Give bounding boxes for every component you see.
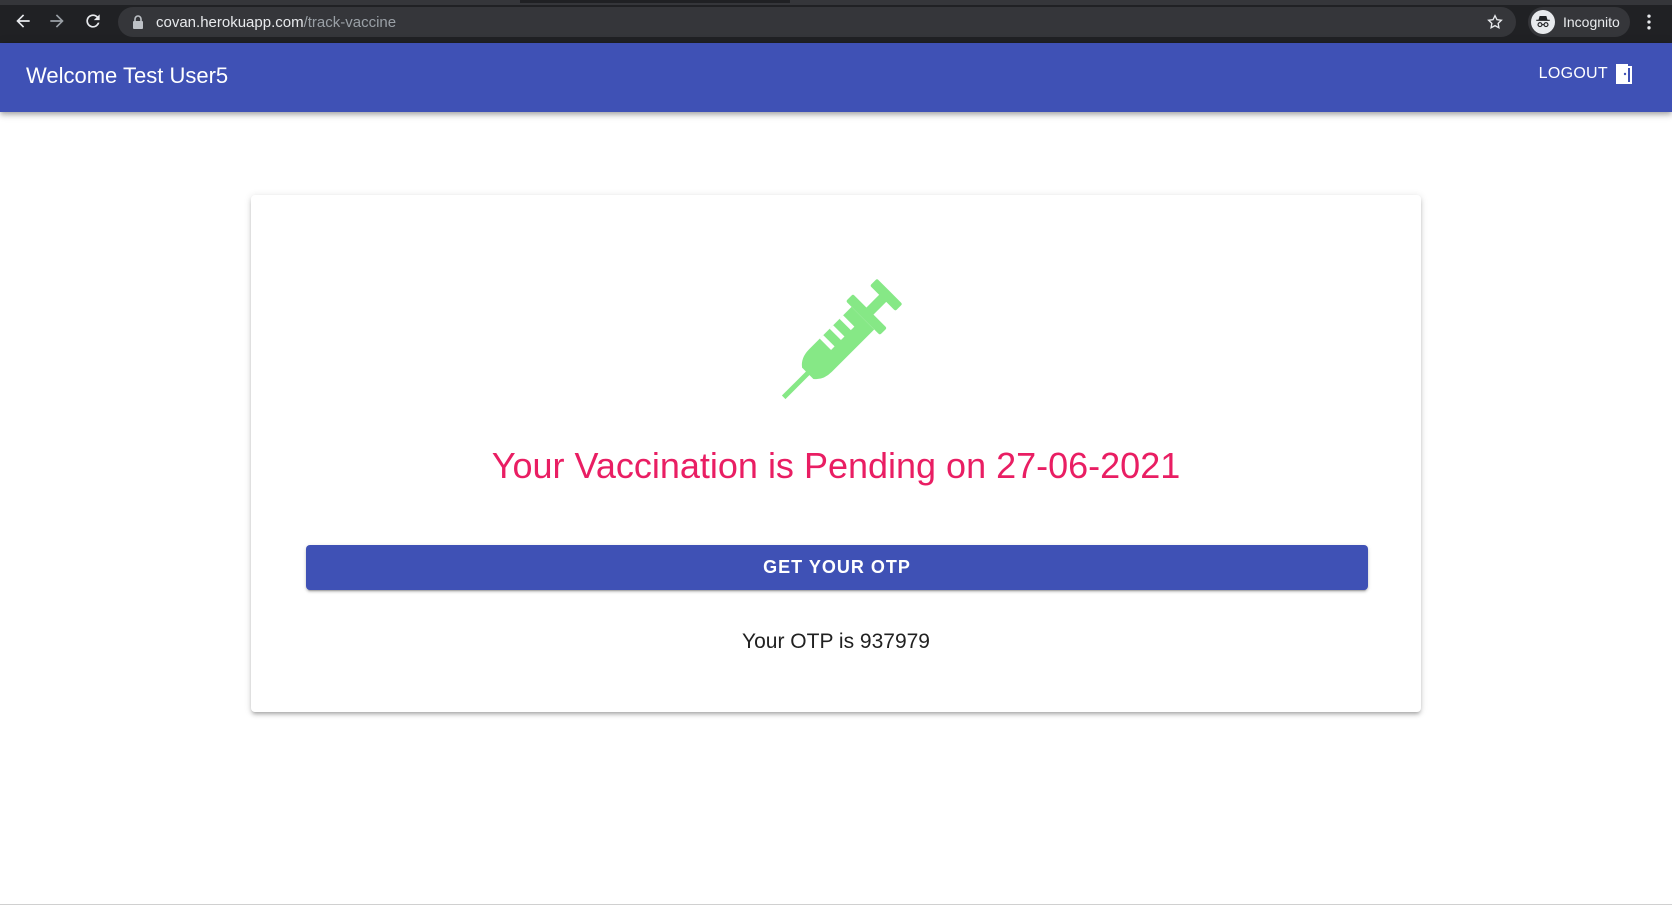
vaccine-status-card: Your Vaccination is Pending on 27-06-202… [251, 195, 1421, 712]
profile-label: Incognito [1563, 14, 1620, 30]
logout-button[interactable]: LOGOUT [1539, 63, 1634, 85]
vaccination-status-text: Your Vaccination is Pending on 27-06-202… [491, 445, 1181, 486]
reload-icon [86, 14, 100, 28]
otp-value-text: Your OTP is 937979 [742, 630, 930, 653]
page-divider [0, 904, 1672, 905]
get-otp-button[interactable]: GET YOUR OTP [306, 545, 1368, 590]
welcome-title: Welcome Test User5 [26, 63, 229, 88]
url-host: covan.herokuapp.com [156, 13, 304, 31]
lock-icon [132, 15, 144, 29]
tab-strip [0, 0, 1672, 5]
exit-door-icon [1616, 64, 1632, 84]
star-icon[interactable] [1486, 13, 1504, 31]
logout-label: LOGOUT [1538, 65, 1608, 82]
reload-button[interactable] [76, 4, 110, 38]
browser-toolbar: covan.herokuapp.com/track-vaccine Incogn… [0, 0, 1672, 43]
address-bar[interactable]: covan.herokuapp.com/track-vaccine [118, 7, 1516, 37]
profile-button[interactable]: Incognito [1528, 7, 1630, 37]
forward-button[interactable] [40, 4, 74, 38]
incognito-icon [1531, 10, 1555, 34]
more-vert-icon[interactable] [1636, 9, 1662, 35]
app-bar: Welcome Test User5 LOGOUT [0, 43, 1672, 112]
url-path: /track-vaccine [303, 13, 397, 31]
back-button[interactable] [6, 4, 40, 38]
forward-icon [50, 14, 64, 28]
back-icon [16, 14, 30, 28]
syringe-icon [781, 279, 902, 400]
